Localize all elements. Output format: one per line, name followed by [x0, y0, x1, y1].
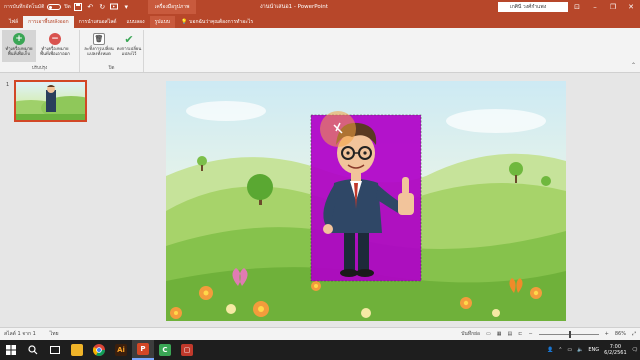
autosave-toggle[interactable] [47, 4, 62, 10]
user-account[interactable]: เกศินี วงศ์กำแพง [498, 2, 568, 12]
language-indicator[interactable]: ไทย [50, 330, 59, 338]
group-refine-label: ปรับปรุง [31, 66, 48, 71]
tab-file[interactable]: ไฟล์ [4, 16, 23, 28]
slide-canvas[interactable] [166, 81, 566, 321]
search-icon[interactable] [22, 340, 44, 360]
slide-count: สไลด์ 1 จาก 1 [4, 331, 36, 337]
reading-view-icon[interactable]: ▤ [508, 331, 513, 337]
file-explorer-icon[interactable] [66, 340, 88, 360]
collapse-ribbon-icon[interactable]: ⌃ [631, 62, 636, 69]
zoom-in-icon[interactable]: + [605, 331, 609, 337]
status-bar: สไลด์ 1 จาก 1 ไทย บันทึกย่อ ▭ ▦ ▤ ⊏ − + … [0, 327, 640, 340]
camtasia-icon[interactable]: C [154, 340, 176, 360]
taskbar: Ai P C ▢ 👤 ⌃ ▭ 🔈 ENG 7:00 6/2/2561 🗨 [0, 340, 640, 360]
mark-keep-label: ทำเครื่องหมาย พื้นที่เพื่อเก็บ [5, 47, 33, 57]
tab-review[interactable]: แบบลอง [122, 16, 150, 28]
tell-me-text: บอกฉันว่าคุณต้องการทำอะไร [189, 19, 254, 25]
zoom-out-icon[interactable]: − [528, 331, 532, 337]
system-tray: 👤 ⌃ ▭ 🔈 ENG 7:00 6/2/2561 🗨 [547, 340, 638, 360]
slide-thumbnail-pane: 1 [0, 74, 96, 327]
thumbnail-image [16, 85, 85, 120]
slide-number: 1 [6, 82, 10, 88]
slide-illustration [166, 81, 566, 321]
context-tools-label: เครื่องมือรูปภาพ [148, 0, 196, 14]
recorder-icon[interactable]: ▢ [176, 340, 198, 360]
group-close: 🗑 ละทิ้งการเปลี่ยน แปลงทั้งหมด ✔ คงการเป… [80, 30, 144, 72]
network-icon[interactable]: ▭ [567, 347, 572, 353]
clock-date: 6/2/2561 [604, 350, 627, 356]
discard-changes-button[interactable]: 🗑 ละทิ้งการเปลี่ยน แปลงทั้งหมด [82, 30, 116, 62]
minimize-icon[interactable]: – [586, 0, 604, 14]
mark-areas-remove-button[interactable]: − ทำเครื่องหมาย พื้นที่เพื่อเอาออก [38, 30, 72, 62]
keep-label: คงการเปลี่ยน แปลงไว้ [116, 47, 142, 57]
clock[interactable]: 7:00 6/2/2561 [604, 344, 626, 356]
status-right: บันทึกย่อ ▭ ▦ ▤ ⊏ − + 86% ⤢ [461, 330, 636, 338]
plus-icon: + [13, 33, 25, 45]
window-controls: ⊡ – ❐ ✕ [568, 0, 640, 14]
fit-slide-icon[interactable]: ⤢ [632, 331, 636, 337]
keyboard-language[interactable]: ENG [588, 347, 599, 353]
ribbon-tabs: ไฟล์ การเอาพื้นหลังออก การนำเสนอสไลด์ แบ… [0, 14, 640, 28]
autosave-label: การบันทึกอัตโนมัติ [4, 4, 45, 10]
mark-areas-keep-button[interactable]: + ทำเครื่องหมาย พื้นที่เพื่อเก็บ [2, 30, 36, 62]
document-title: งานนำเสนอ1 - PowerPoint [260, 4, 328, 10]
group-refine: + ทำเครื่องหมาย พื้นที่เพื่อเก็บ − ทำเคร… [0, 30, 80, 72]
trash-icon: 🗑 [93, 33, 105, 45]
mark-remove-label: ทำเครื่องหมาย พื้นที่เพื่อเอาออก [40, 47, 70, 57]
minus-icon: − [49, 33, 61, 45]
checkmark-icon: ✔ [124, 32, 134, 46]
sorter-view-icon[interactable]: ▦ [497, 331, 502, 337]
volume-icon[interactable]: 🔈 [577, 347, 583, 353]
title-bar: การบันทึกอัตโนมัติ ปิด ↶ ↻ ▾ เครื่องมือร… [0, 0, 640, 14]
maximize-icon[interactable]: ❐ [604, 0, 622, 14]
customize-qat-icon[interactable]: ▾ [122, 3, 131, 12]
chrome-icon[interactable] [88, 340, 110, 360]
zoom-slider[interactable] [538, 330, 599, 338]
tab-slideshow[interactable]: การนำเสนอสไลด์ [74, 16, 122, 28]
redo-icon[interactable]: ↻ [98, 3, 107, 12]
quick-access-toolbar: การบันทึกอัตโนมัติ ปิด ↶ ↻ ▾ [0, 0, 131, 14]
zoom-level[interactable]: 86% [615, 331, 626, 337]
ribbon: + ทำเครื่องหมาย พื้นที่เพื่อเก็บ − ทำเคร… [0, 28, 640, 73]
slide-editing-area [96, 74, 640, 327]
slideshow-view-icon[interactable]: ⊏ [518, 331, 522, 337]
illustrator-icon[interactable]: Ai [110, 340, 132, 360]
tab-format[interactable]: รูปแบบ [149, 16, 176, 28]
notifications-icon[interactable]: 🗨 [632, 347, 638, 353]
powerpoint-icon[interactable]: P [132, 340, 154, 360]
people-icon[interactable]: 👤 [547, 347, 553, 353]
normal-view-icon[interactable]: ▭ [486, 331, 491, 337]
user-name: เกศินี วงศ์กำแพง [510, 4, 547, 10]
start-button[interactable] [0, 340, 22, 360]
close-icon[interactable]: ✕ [622, 0, 640, 14]
notes-button[interactable]: บันทึกย่อ [461, 330, 480, 338]
discard-label: ละทิ้งการเปลี่ยน แปลงทั้งหมด [84, 47, 114, 57]
task-view-icon[interactable] [44, 340, 66, 360]
undo-icon[interactable]: ↶ [86, 3, 95, 12]
group-close-label: ปิด [108, 66, 115, 71]
lightbulb-icon: 💡 [181, 19, 188, 25]
keep-changes-button[interactable]: ✔ คงการเปลี่ยน แปลงไว้ [112, 30, 146, 62]
save-icon[interactable] [74, 3, 83, 12]
slide-thumbnail[interactable] [14, 80, 87, 122]
present-icon[interactable] [110, 3, 119, 12]
autosave-state: ปิด [64, 4, 71, 10]
windows-icon [6, 345, 16, 355]
ribbon-display-icon[interactable]: ⊡ [568, 0, 586, 14]
tell-me-box[interactable]: 💡 บอกฉันว่าคุณต้องการทำอะไร [181, 16, 253, 28]
tab-background-removal[interactable]: การเอาพื้นหลังออก [23, 16, 74, 28]
tray-up-icon[interactable]: ⌃ [558, 347, 562, 353]
